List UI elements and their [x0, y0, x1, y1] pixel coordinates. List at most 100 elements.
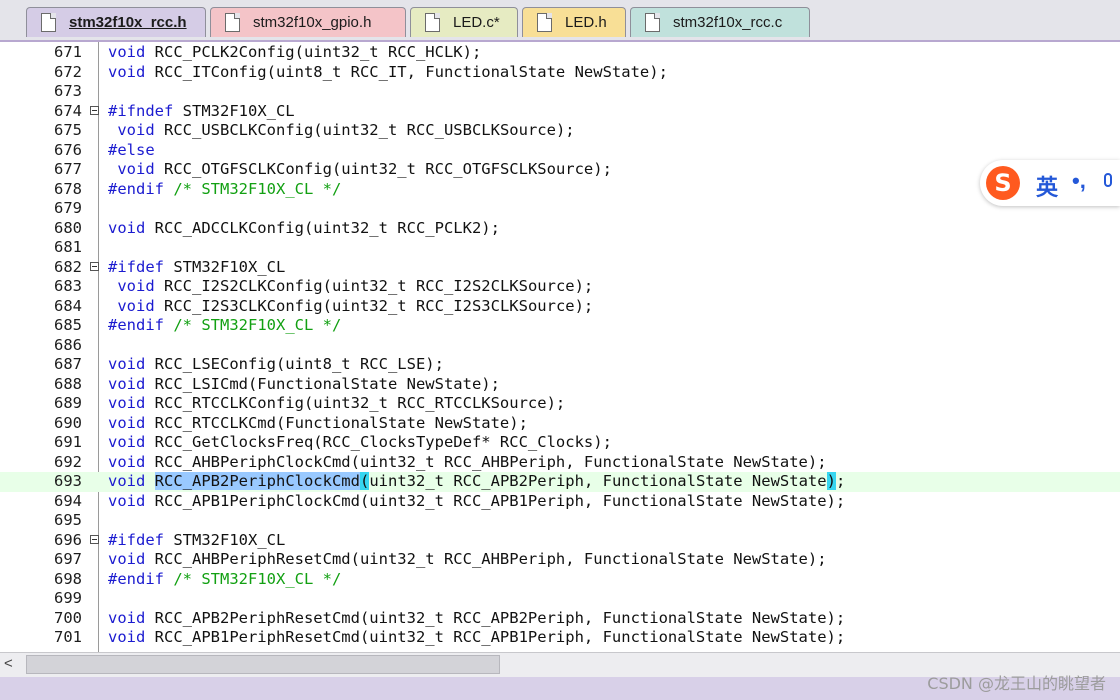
- line-number: 694: [54, 491, 82, 510]
- tab-label: LED.c*: [453, 14, 500, 31]
- ime-toolbar[interactable]: S 英 •,: [980, 160, 1120, 206]
- code-token: void: [108, 43, 146, 61]
- code-line[interactable]: 679: [0, 199, 1120, 219]
- scrollbar-thumb[interactable]: [26, 655, 500, 674]
- code-text[interactable]: void RCC_I2S2CLKConfig(uint32_t RCC_I2S2…: [108, 277, 593, 297]
- code-text[interactable]: #endif /* STM32F10X_CL */: [108, 316, 341, 336]
- code-line[interactable]: 690 void RCC_RTCCLKCmd(FunctionalState Ne…: [0, 414, 1120, 434]
- code-token: void: [108, 394, 146, 412]
- code-line[interactable]: 688 void RCC_LSICmd(FunctionalState NewSt…: [0, 375, 1120, 395]
- code-token: STM32F10X_CL: [173, 101, 295, 120]
- code-token: void: [108, 472, 146, 490]
- code-text[interactable]: #ifdef STM32F10X_CL: [108, 531, 285, 551]
- code-token: #ifdef: [108, 257, 164, 276]
- code-text[interactable]: void RCC_RTCCLKCmd(FunctionalState NewSt…: [108, 414, 528, 434]
- code-line[interactable]: 673: [0, 82, 1120, 102]
- line-number: 692: [54, 452, 82, 471]
- line-number: 686: [54, 335, 82, 354]
- code-line[interactable]: 691 void RCC_GetClocksFreq(RCC_ClocksType…: [0, 433, 1120, 453]
- code-line[interactable]: 672 void RCC_ITConfig(uint8_t RCC_IT, Fun…: [0, 63, 1120, 83]
- code-line[interactable]: 677 void RCC_OTGFSCLKConfig(uint32_t RCC…: [0, 160, 1120, 180]
- code-line[interactable]: 674 #ifndef STM32F10X_CL: [0, 102, 1120, 122]
- line-number: 685: [54, 316, 82, 334]
- code-line[interactable]: 699: [0, 589, 1120, 609]
- code-text[interactable]: #endif /* STM32F10X_CL */: [108, 180, 341, 200]
- tab-label: stm32f10x_gpio.h: [253, 14, 372, 31]
- code-line[interactable]: 701 void RCC_APB1PeriphResetCmd(uint32_t …: [0, 628, 1120, 648]
- code-line[interactable]: 692 void RCC_AHBPeriphClockCmd(uint32_t R…: [0, 453, 1120, 473]
- code-token: void: [117, 277, 155, 295]
- ime-language-mode[interactable]: 英: [1036, 170, 1058, 202]
- tab-1[interactable]: stm32f10x_gpio.h: [210, 7, 406, 37]
- code-text[interactable]: void RCC_APB1PeriphClockCmd(uint32_t RCC…: [108, 492, 845, 512]
- code-text[interactable]: void RCC_USBCLKConfig(uint32_t RCC_USBCL…: [108, 121, 574, 141]
- code-token: RCC_RTCCLKCmd(FunctionalState NewState);: [145, 413, 528, 432]
- code-token: void: [108, 491, 146, 510]
- code-line[interactable]: 684 void RCC_I2S3CLKConfig(uint32_t RCC_…: [0, 297, 1120, 317]
- line-number: 679: [54, 199, 82, 217]
- code-line[interactable]: 681: [0, 238, 1120, 258]
- line-number: 687: [54, 355, 82, 373]
- tab-3[interactable]: LED.h: [522, 7, 626, 37]
- code-line[interactable]: 683 void RCC_I2S2CLKConfig(uint32_t RCC_…: [0, 277, 1120, 297]
- code-text[interactable]: void RCC_RTCCLKConfig(uint32_t RCC_RTCCL…: [108, 394, 565, 414]
- code-text[interactable]: void RCC_ADCCLKConfig(uint32_t RCC_PCLK2…: [108, 219, 500, 239]
- code-line[interactable]: 694 void RCC_APB1PeriphClockCmd(uint32_t …: [0, 492, 1120, 512]
- code-text[interactable]: void RCC_PCLK2Config(uint32_t RCC_HCLK);: [108, 43, 481, 63]
- code-text[interactable]: void RCC_APB2PeriphResetCmd(uint32_t RCC…: [108, 609, 845, 629]
- tab-4[interactable]: stm32f10x_rcc.c: [630, 7, 810, 37]
- code-text[interactable]: void RCC_APB2PeriphClockCmd(uint32_t RCC…: [108, 472, 845, 492]
- code-line[interactable]: 689 void RCC_RTCCLKConfig(uint32_t RCC_RT…: [0, 394, 1120, 414]
- code-line[interactable]: 696 #ifdef STM32F10X_CL: [0, 531, 1120, 551]
- code-line[interactable]: 682 #ifdef STM32F10X_CL: [0, 258, 1120, 278]
- code-line[interactable]: 700 void RCC_APB2PeriphResetCmd(uint32_t …: [0, 609, 1120, 629]
- tab-2[interactable]: LED.c*: [410, 7, 518, 37]
- code-token: #ifdef: [108, 530, 164, 549]
- tab-0[interactable]: stm32f10x_rcc.h: [26, 7, 206, 37]
- code-line[interactable]: 678 #endif /* STM32F10X_CL */: [0, 180, 1120, 200]
- code-text[interactable]: #else: [108, 141, 155, 161]
- code-line[interactable]: 685 #endif /* STM32F10X_CL */: [0, 316, 1120, 336]
- code-text[interactable]: void RCC_OTGFSCLKConfig(uint32_t RCC_OTG…: [108, 160, 612, 180]
- code-line[interactable]: 698 #endif /* STM32F10X_CL */: [0, 570, 1120, 590]
- code-text[interactable]: #endif /* STM32F10X_CL */: [108, 570, 341, 590]
- code-token: ): [826, 472, 836, 490]
- code-line[interactable]: 671 void RCC_PCLK2Config(uint32_t RCC_HCL…: [0, 43, 1120, 63]
- code-line[interactable]: 697 void RCC_AHBPeriphResetCmd(uint32_t R…: [0, 550, 1120, 570]
- code-text[interactable]: #ifndef STM32F10X_CL: [108, 102, 295, 122]
- code-editor[interactable]: 671 void RCC_PCLK2Config(uint32_t RCC_HCL…: [0, 42, 1120, 652]
- code-token: RCC_LSEConfig(uint8_t RCC_LSE);: [145, 355, 444, 373]
- line-number: 677: [54, 160, 82, 178]
- code-line[interactable]: 676 #else: [0, 141, 1120, 161]
- code-text[interactable]: void RCC_LSICmd(FunctionalState NewState…: [108, 375, 500, 395]
- code-text[interactable]: void RCC_LSEConfig(uint8_t RCC_LSE);: [108, 355, 444, 375]
- code-text[interactable]: void RCC_ITConfig(uint8_t RCC_IT, Functi…: [108, 63, 668, 83]
- code-line[interactable]: 695: [0, 511, 1120, 531]
- ime-punctuation-mode[interactable]: •,: [1072, 168, 1086, 194]
- fold-collapse-icon[interactable]: [90, 534, 99, 544]
- code-line[interactable]: 687 void RCC_LSEConfig(uint8_t RCC_LSE);: [0, 355, 1120, 375]
- code-line[interactable]: 680 void RCC_ADCCLKConfig(uint32_t RCC_PC…: [0, 219, 1120, 239]
- code-text[interactable]: #ifdef STM32F10X_CL: [108, 258, 285, 278]
- code-text[interactable]: void RCC_APB1PeriphResetCmd(uint32_t RCC…: [108, 628, 845, 648]
- code-text[interactable]: void RCC_I2S3CLKConfig(uint32_t RCC_I2S3…: [108, 297, 593, 317]
- code-text[interactable]: void RCC_AHBPeriphClockCmd(uint32_t RCC_…: [108, 453, 827, 473]
- code-line[interactable]: 693 void RCC_APB2PeriphClockCmd(uint32_t …: [0, 472, 1120, 492]
- fold-collapse-icon[interactable]: [90, 105, 99, 115]
- sogou-logo-icon[interactable]: S: [986, 166, 1020, 200]
- microphone-icon[interactable]: [1104, 173, 1112, 187]
- scroll-left-arrow-icon[interactable]: <: [4, 656, 20, 672]
- code-token: RCC_I2S2CLKConfig(uint32_t RCC_I2S2CLKSo…: [154, 277, 594, 295]
- code-text[interactable]: void RCC_AHBPeriphResetCmd(uint32_t RCC_…: [108, 550, 827, 570]
- line-number: 674: [54, 101, 82, 120]
- tab-label: LED.h: [565, 14, 607, 31]
- file-icon: [425, 13, 440, 32]
- code-token: #endif: [108, 179, 164, 198]
- code-line[interactable]: 686: [0, 336, 1120, 356]
- fold-collapse-icon[interactable]: [90, 261, 99, 271]
- code-line[interactable]: 675 void RCC_USBCLKConfig(uint32_t RCC_U…: [0, 121, 1120, 141]
- code-text[interactable]: void RCC_GetClocksFreq(RCC_ClocksTypeDef…: [108, 433, 612, 453]
